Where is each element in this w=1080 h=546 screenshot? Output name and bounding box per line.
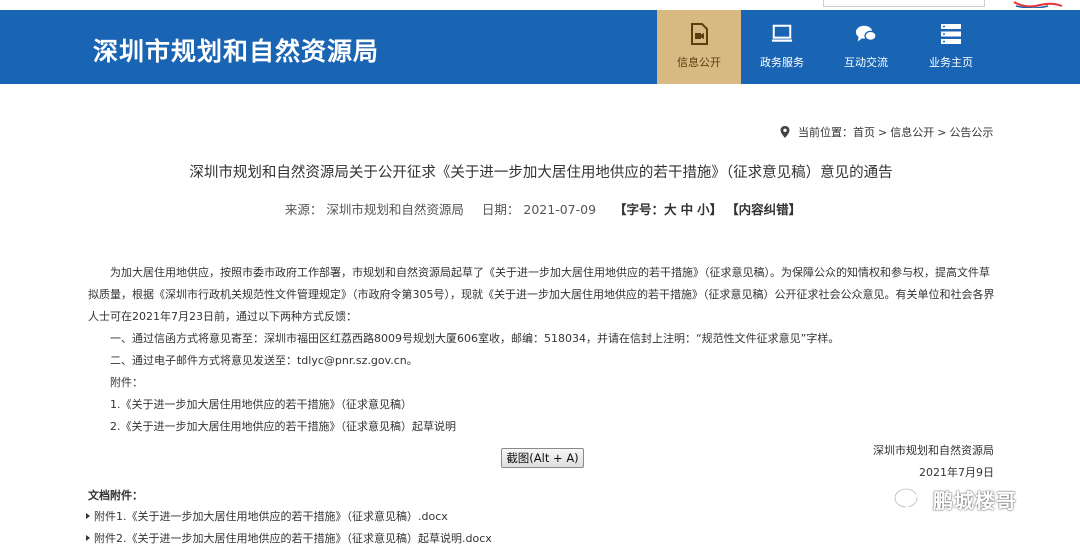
source-value: 深圳市规划和自然资源局 [326, 202, 464, 217]
server-list-icon [940, 23, 962, 45]
breadcrumb-link-info[interactable]: 信息公开 [890, 124, 934, 140]
nav-label: 业务主页 [929, 56, 973, 69]
nav-item-gov-service[interactable]: 政务服务 [741, 10, 823, 84]
body-paragraph: 为加大居住用地供应，按照市委市政府工作部署，市规划和自然资源局起草了《关于进一步… [88, 266, 995, 323]
body-paragraph: 1.《关于进一步加大居住用地供应的若干措施》（征求意见稿） [110, 398, 412, 411]
nav-item-info-disclosure[interactable]: 信息公开 [657, 10, 741, 84]
main-nav: 信息公开 政务服务 互动交流 业务主页 [657, 10, 993, 84]
document-video-icon [688, 23, 710, 45]
date-label: 日期： [481, 202, 520, 217]
article-body: 为加大居住用地供应，按照市委市政府工作部署，市规划和自然资源局起草了《关于进一步… [88, 262, 996, 438]
font-size-large[interactable]: 大 [664, 202, 677, 217]
nav-item-interaction[interactable]: 互动交流 [823, 10, 909, 84]
breadcrumb-link-notices[interactable]: 公告公示 [949, 124, 993, 140]
monitor-icon [771, 23, 793, 45]
body-paragraph: 一、通过信函方式将意见寄至：深圳市福田区红荔西路8009号规划大厦606室收，邮… [110, 332, 840, 345]
font-size-close: 】 [709, 202, 723, 217]
source-label: 来源： [284, 202, 323, 217]
attachments-title: 文档附件： [88, 489, 143, 502]
article-meta: 来源： 深圳市规划和自然资源局 日期： 2021-07-09 【字号：大 中 小… [0, 199, 1080, 218]
watermark-text: 鹏城楼哥 [933, 489, 1017, 513]
breadcrumb: 当前位置： 首页 > 信息公开 > 公告公示 [780, 124, 993, 140]
screenshot-button[interactable]: 截图(Alt + A) [501, 448, 584, 468]
site-header: 深圳市规划和自然资源局 信息公开 政务服务 互动交流 业务主页 [0, 10, 1080, 84]
signature-date: 2021年7月9日 [919, 466, 994, 479]
attachment-label: 附件1.《关于进一步加大居住用地供应的若干措施》（征求意见稿）.docx [94, 510, 448, 523]
body-paragraph: 二、通过电子邮件方式将意见发送至：tdlyc@pnr.sz.gov.cn。 [110, 354, 418, 367]
attachment-link[interactable]: 附件1.《关于进一步加大居住用地供应的若干措施》（征求意见稿）.docx [86, 508, 448, 524]
nav-label: 信息公开 [677, 56, 721, 69]
nav-label: 政务服务 [760, 56, 804, 69]
wechat-icon [894, 487, 925, 511]
article-title: 深圳市规划和自然资源局关于公开征求《关于进一步加大居住用地供应的若干措施》（征求… [189, 165, 893, 181]
watermark: 鹏城楼哥 [893, 485, 1017, 514]
body-paragraph: 2.《关于进一步加大居住用地供应的若干措施》（征求意见稿）起草说明 [110, 420, 456, 433]
top-logo-icon [1013, 1, 1063, 8]
breadcrumb-separator: > [878, 125, 888, 139]
content-correction-link[interactable]: 【内容纠错】 [726, 202, 801, 217]
breadcrumb-separator: > [937, 125, 947, 139]
site-title[interactable]: 深圳市规划和自然资源局 [93, 32, 379, 68]
location-pin-icon [780, 126, 790, 138]
top-search-box[interactable] [823, 0, 985, 7]
attachment-label: 附件2.《关于进一步加大居住用地供应的若干措施》（征求意见稿）起草说明.docx [94, 532, 492, 545]
nav-label: 互动交流 [844, 56, 888, 69]
breadcrumb-prefix: 当前位置： [798, 126, 853, 139]
font-size-small[interactable]: 小 [697, 202, 710, 217]
font-size-label: 【字号： [614, 202, 665, 217]
breadcrumb-link-home[interactable]: 首页 [853, 124, 875, 140]
nav-item-business-home[interactable]: 业务主页 [909, 10, 993, 84]
body-paragraph: 附件： [110, 376, 143, 389]
triangle-bullet-icon [86, 513, 90, 519]
chat-bubbles-icon [855, 23, 877, 45]
date-value: 2021-07-09 [523, 202, 597, 217]
attachment-link[interactable]: 附件2.《关于进一步加大居住用地供应的若干措施》（征求意见稿）起草说明.docx [86, 530, 492, 546]
font-size-medium[interactable]: 中 [681, 202, 694, 217]
signature-org: 深圳市规划和自然资源局 [873, 444, 994, 457]
triangle-bullet-icon [86, 535, 90, 541]
